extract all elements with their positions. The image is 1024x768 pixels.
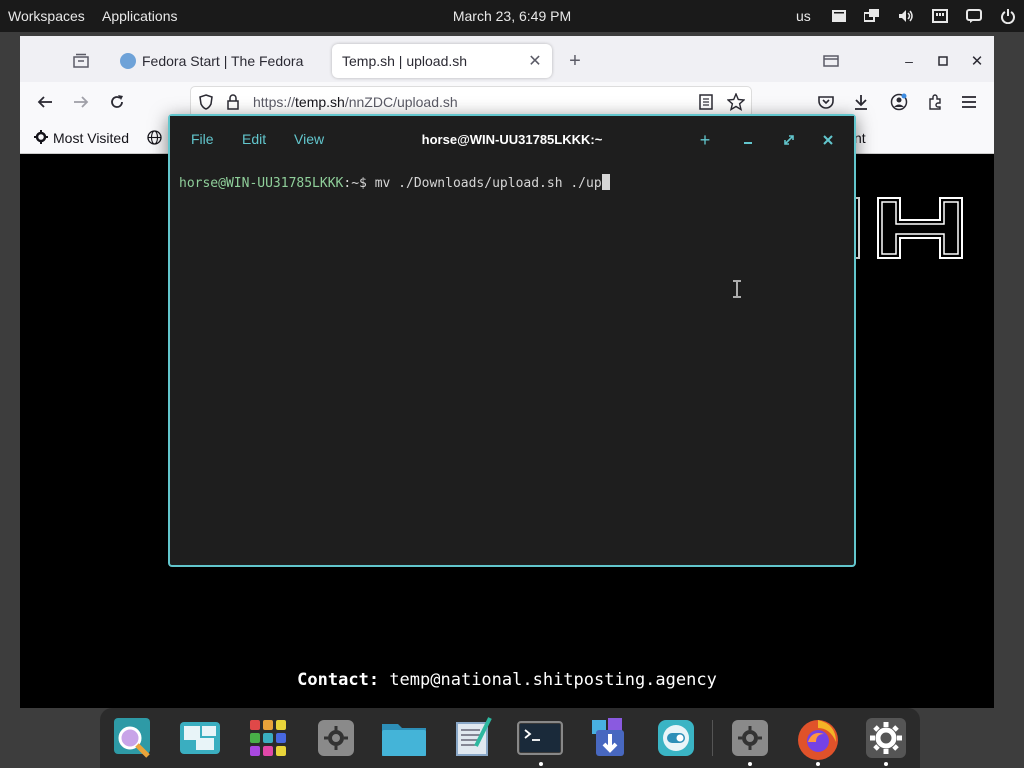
terminal-header[interactable]: File Edit View horse@WIN-UU31785LKKK:~ + (170, 116, 854, 164)
terminal-menu-view[interactable]: View (294, 131, 324, 147)
back-arrow-icon[interactable] (34, 91, 56, 113)
tab-title: Temp.sh | upload.sh (342, 53, 468, 69)
pocket-icon[interactable] (815, 91, 837, 113)
new-tab-plus-icon[interactable]: + (695, 130, 715, 150)
url-text[interactable]: https://temp.sh/nnZDC/upload.sh (253, 94, 458, 110)
terminal-menu-file[interactable]: File (191, 131, 214, 147)
close-icon[interactable] (818, 130, 838, 150)
running-indicator (539, 762, 543, 766)
app-grid-icon[interactable] (244, 714, 292, 762)
new-tab-icon[interactable]: + (564, 50, 586, 72)
network-icon[interactable] (930, 6, 950, 26)
windows-icon[interactable] (862, 6, 882, 26)
prompt-user: horse@WIN-UU31785LKKK (179, 176, 344, 191)
terminal-window[interactable]: File Edit View horse@WIN-UU31785LKKK:~ +… (168, 114, 856, 567)
maximize-window-icon[interactable] (932, 50, 954, 72)
close-tab-icon[interactable]: ✕ (528, 51, 542, 71)
message-icon[interactable] (964, 6, 984, 26)
bookmark-star-icon[interactable] (726, 92, 746, 114)
terminal-app-icon[interactable] (516, 714, 564, 762)
running-indicator (884, 762, 888, 766)
url-scheme: https:// (253, 94, 296, 110)
bookmark-most-visited[interactable]: Most Visited (53, 130, 129, 146)
shield-icon[interactable] (199, 94, 213, 113)
tab-temp-sh[interactable]: Temp.sh | upload.sh ✕ (332, 44, 552, 78)
toggle-app-icon[interactable] (652, 714, 700, 762)
gear-icon (34, 130, 48, 147)
contact-email[interactable]: temp@national.shitposting.agency (389, 670, 717, 690)
contact-line: Contact: temp@national.shitposting.agenc… (20, 670, 994, 690)
settings-app-icon[interactable] (862, 714, 910, 762)
tab-title: Fedora Start | The Fedora (142, 53, 304, 69)
files-app-icon[interactable] (380, 714, 428, 762)
notes-icon[interactable] (830, 6, 848, 26)
tweaks-app-icon-2[interactable] (726, 714, 774, 762)
terminal-menu-edit[interactable]: Edit (242, 131, 266, 147)
text-cursor-ibeam-icon (732, 280, 742, 303)
top-panel: Workspaces Applications March 23, 6:49 P… (0, 0, 1024, 32)
hamburger-menu-icon[interactable] (958, 91, 980, 113)
url-path: /nnZDC/upload.sh (344, 94, 458, 110)
contact-label: Contact: (297, 670, 380, 690)
globe-icon[interactable] (147, 130, 162, 148)
tab-fedora-start[interactable]: Fedora Start | The Fedora (110, 44, 328, 78)
applications-button[interactable]: Applications (102, 8, 178, 24)
forward-arrow-icon[interactable] (70, 91, 92, 113)
reload-icon[interactable] (106, 91, 128, 113)
ascii-logo (856, 197, 963, 259)
tweaks-app-icon[interactable] (312, 714, 360, 762)
text-editor-app-icon[interactable] (448, 714, 496, 762)
volume-icon[interactable] (896, 6, 916, 26)
terminal-output[interactable]: horse@WIN-UU31785LKKK:~$ mv ./Downloads/… (179, 174, 845, 554)
list-all-tabs-icon[interactable] (820, 50, 842, 72)
software-app-icon[interactable] (584, 714, 632, 762)
minimize-icon[interactable] (738, 130, 758, 150)
maximize-icon[interactable] (779, 130, 799, 150)
close-window-icon[interactable]: ✕ (966, 50, 988, 72)
prompt-suffix: :~$ (343, 176, 375, 191)
workspaces-button[interactable]: Workspaces (8, 8, 85, 24)
terminal-title: horse@WIN-UU31785LKKK:~ (421, 132, 603, 147)
running-indicator (748, 762, 752, 766)
tab-overview-icon[interactable] (70, 50, 92, 72)
minimize-window-icon[interactable]: – (898, 50, 920, 72)
dock (100, 708, 920, 768)
text-cursor (601, 174, 610, 190)
running-indicator (816, 762, 820, 766)
dock-separator (712, 720, 713, 756)
search-app-icon[interactable] (108, 714, 156, 762)
url-host: temp.sh (295, 94, 345, 110)
command-text: mv ./Downloads/upload.sh ./up (374, 176, 602, 191)
clock[interactable]: March 23, 6:49 PM (453, 8, 571, 24)
workspaces-app-icon[interactable] (176, 714, 224, 762)
lock-icon[interactable] (227, 94, 239, 113)
keyboard-layout-indicator[interactable]: us (796, 8, 811, 24)
tab-bar: Fedora Start | The Fedora Temp.sh | uplo… (20, 36, 994, 82)
extensions-icon[interactable] (924, 91, 946, 113)
power-icon[interactable] (998, 6, 1018, 26)
fedora-icon (120, 53, 136, 69)
firefox-app-icon[interactable] (794, 714, 842, 762)
account-icon[interactable] (888, 91, 910, 113)
downloads-icon[interactable] (850, 91, 872, 113)
reader-view-icon[interactable] (699, 94, 713, 113)
